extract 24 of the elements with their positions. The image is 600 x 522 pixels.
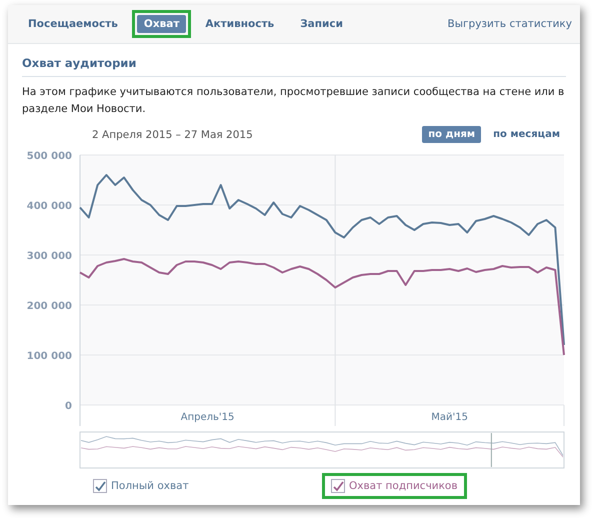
section-title: Охват аудитории — [22, 56, 566, 77]
legend-label: Охват подписчиков — [349, 480, 458, 492]
y-tick-label: 200 000 — [26, 301, 72, 312]
y-tick-label: 400 000 — [26, 201, 72, 212]
tab[interactable]: Посещаемость — [16, 10, 130, 38]
tab[interactable]: Охват — [132, 10, 192, 38]
legend-label: Полный охват — [111, 480, 189, 492]
x-tick-label: Май'15 — [431, 412, 468, 423]
description-text: На этом графике учитываются пользователи, просмотревшие записи сообщества на стене или в разделе Мои Новости. — [22, 85, 566, 117]
y-tick-label: 0 — [65, 401, 72, 412]
y-tick-label: 100 000 — [26, 351, 72, 362]
checkbox[interactable] — [93, 479, 107, 493]
export-link[interactable]: Выгрузить статистику — [448, 18, 572, 30]
tab[interactable]: Активность — [193, 10, 286, 38]
x-tick-label: Апрель'15 — [180, 412, 234, 423]
legend-item[interactable]: Полный охват — [84, 473, 322, 499]
period-toggle[interactable]: по дням — [422, 126, 482, 143]
tab[interactable]: Записи — [288, 10, 355, 38]
legend-item[interactable]: Охват подписчиков — [322, 473, 467, 499]
y-tick-label: 500 000 — [26, 151, 72, 162]
y-tick-label: 300 000 — [26, 251, 72, 262]
period-toggle[interactable]: по месяцам — [487, 126, 566, 143]
checkbox[interactable] — [331, 479, 345, 493]
date-range: 2 Апреля 2015 – 27 Мая 2015 — [92, 128, 253, 140]
